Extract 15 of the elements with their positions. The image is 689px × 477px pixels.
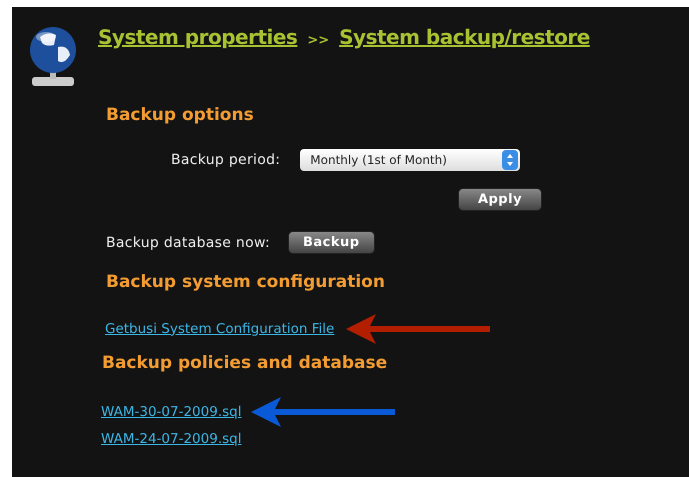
file-link[interactable]: Getbusi System Configuration File [105,320,334,336]
apply-button[interactable]: Apply [458,188,542,211]
file-link[interactable]: WAM-24-07-2009.sql [101,430,242,446]
breadcrumb-separator: >> [307,33,330,48]
breadcrumb-link[interactable]: System properties [98,25,298,49]
section-heading: Backup policies and database [102,353,388,373]
dropdown-stepper-icon [502,150,518,170]
section-heading: Backup options [106,105,255,125]
field-label: Backup period: [171,152,280,168]
backup-button[interactable]: Backup [288,231,375,254]
file-link[interactable]: WAM-30-07-2009.sql [101,404,242,420]
period-dropdown[interactable]: Monthly (1st of Month) [300,149,520,171]
section-heading: Backup system configuration [106,272,386,292]
breadcrumb-link[interactable]: System backup/restore [339,25,590,49]
field-label: Backup database now: [106,234,270,250]
